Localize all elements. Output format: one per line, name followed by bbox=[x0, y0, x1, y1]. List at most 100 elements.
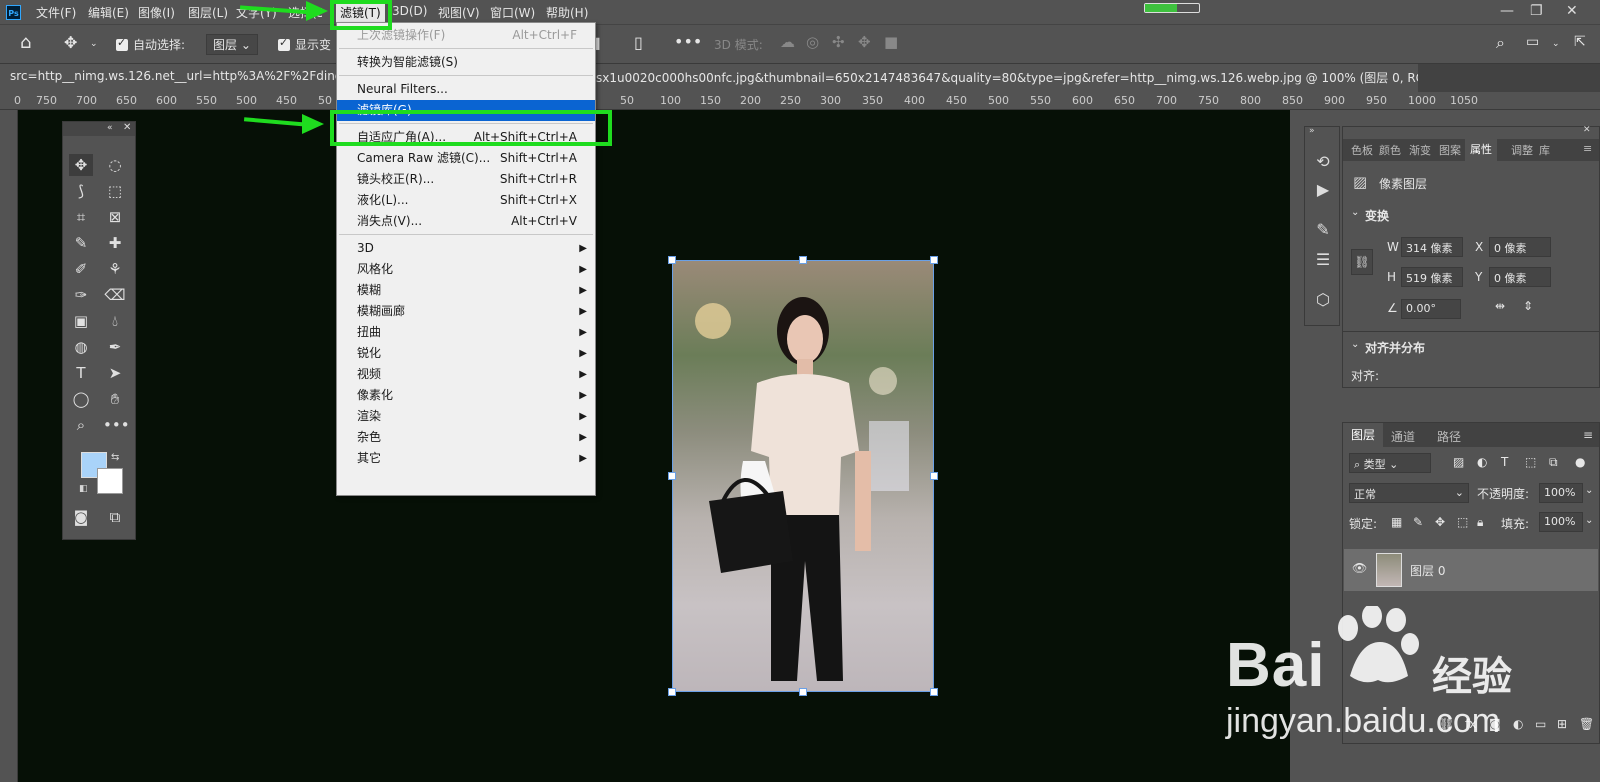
menu-image[interactable]: 图像(I) bbox=[138, 4, 175, 21]
more-options-icon[interactable]: ••• bbox=[674, 32, 702, 51]
filter-adjustment-icon[interactable]: ◐ bbox=[1477, 455, 1487, 469]
hand-tool[interactable]: ✋︎ bbox=[103, 388, 127, 410]
transform-handle[interactable] bbox=[668, 688, 676, 696]
transform-handle[interactable] bbox=[799, 256, 807, 264]
flip-vertical-icon[interactable]: ⇕ bbox=[1523, 299, 1533, 313]
width-field[interactable]: 314 像素 bbox=[1401, 237, 1463, 257]
angle-field[interactable]: 0.00° bbox=[1401, 299, 1461, 319]
x-field[interactable]: 0 像素 bbox=[1489, 237, 1551, 257]
quick-mask-icon[interactable]: ◙ bbox=[69, 506, 93, 528]
tab-color[interactable]: 颜色 bbox=[1379, 142, 1401, 158]
filter-menu-item[interactable]: 镜头校正(R)... Shift+Ctrl+R bbox=[337, 169, 595, 190]
close-window-icon[interactable]: ✕ bbox=[1566, 3, 1578, 19]
menu-3d[interactable]: 3D(D) bbox=[392, 4, 427, 18]
layer-row[interactable]: 👁︎ 图层 0 bbox=[1344, 549, 1598, 591]
menu-help[interactable]: 帮助(H) bbox=[546, 4, 588, 21]
tab-swatches[interactable]: 色板 bbox=[1351, 142, 1373, 158]
lasso-tool[interactable]: ⟆ bbox=[69, 180, 93, 202]
lock-all-icon[interactable]: 🔒︎ bbox=[1477, 515, 1483, 530]
filter-smart-icon[interactable]: ⧉ bbox=[1549, 455, 1558, 470]
menu-file[interactable]: 文件(F) bbox=[36, 4, 76, 21]
actions-play-icon[interactable]: ▶ bbox=[1310, 177, 1336, 203]
tab-layers[interactable]: 图层 bbox=[1343, 423, 1384, 447]
filter-menu-item[interactable]: 扭曲 ▶ bbox=[337, 322, 595, 343]
home-icon[interactable]: ⌂ bbox=[20, 32, 31, 53]
opacity-field[interactable]: 100% bbox=[1539, 483, 1583, 503]
tab-adjustments[interactable]: 调整 bbox=[1511, 142, 1533, 158]
tab-libraries[interactable]: 库 bbox=[1539, 142, 1550, 158]
chevron-down-icon[interactable]: ⌄ bbox=[1351, 339, 1359, 350]
menu-edit[interactable]: 编辑(E) bbox=[88, 4, 129, 21]
tools-panel-header[interactable]: « ✕ bbox=[63, 122, 135, 136]
history-brush-tool[interactable]: ✑ bbox=[69, 284, 93, 306]
layer-filter-dropdown[interactable]: ⌕ 类型 ⌄ bbox=[1349, 453, 1431, 473]
close-icon[interactable]: ✕ bbox=[1583, 125, 1591, 135]
filter-menu-item[interactable]: 其它 ▶ bbox=[337, 448, 595, 469]
transform-handle[interactable] bbox=[930, 688, 938, 696]
y-field[interactable]: 0 像素 bbox=[1489, 267, 1551, 287]
transform-handle[interactable] bbox=[799, 688, 807, 696]
filter-toggle-icon[interactable]: ● bbox=[1575, 455, 1585, 469]
move-tool-icon[interactable]: ✥ bbox=[64, 33, 77, 52]
workspace-chevron-icon[interactable]: ⌄ bbox=[1552, 39, 1560, 49]
blur-tool[interactable]: 💧︎ bbox=[103, 310, 127, 332]
stamp-tool[interactable]: ⚘ bbox=[103, 258, 127, 280]
chevron-down-icon[interactable]: ⌄ bbox=[1351, 207, 1359, 218]
filter-menu-item[interactable]: Camera Raw 滤镜(C)... Shift+Ctrl+A bbox=[337, 148, 595, 169]
lock-transparent-icon[interactable]: ▦ bbox=[1391, 515, 1402, 529]
restore-icon[interactable]: ❐ bbox=[1530, 3, 1543, 19]
filter-menu-item[interactable]: 锐化 ▶ bbox=[337, 343, 595, 364]
filter-menu-item[interactable]: 渲染 ▶ bbox=[337, 406, 595, 427]
filter-menu-item[interactable]: 转换为智能滤镜(S) bbox=[337, 52, 595, 73]
flip-horizontal-icon[interactable]: ⇹ bbox=[1495, 299, 1505, 313]
brush-tool[interactable]: ✐ bbox=[69, 258, 93, 280]
more-tools-icon[interactable]: ••• bbox=[103, 414, 130, 436]
filter-menu-item[interactable]: 模糊 ▶ bbox=[337, 280, 595, 301]
history-icon[interactable]: ⟲ bbox=[1310, 149, 1336, 175]
screen-mode-icon[interactable]: ⧉ bbox=[103, 506, 127, 528]
gradient-tool[interactable]: ▣ bbox=[69, 310, 93, 332]
default-colors-icon[interactable]: ◧ bbox=[79, 484, 88, 494]
auto-select-checkbox[interactable]: 自动选择: bbox=[116, 36, 185, 53]
link-dimensions-icon[interactable]: ⛓ bbox=[1351, 249, 1373, 275]
show-transform-checkbox[interactable]: 显示变 bbox=[278, 36, 331, 53]
frame-tool[interactable]: ⊠ bbox=[103, 206, 127, 228]
transform-handle[interactable] bbox=[930, 256, 938, 264]
filter-menu-item[interactable]: 消失点(V)... Alt+Ctrl+V bbox=[337, 211, 595, 232]
crop-tool[interactable]: ⌗ bbox=[69, 206, 93, 228]
close-icon[interactable]: ✕ bbox=[123, 122, 131, 133]
filter-menu-item[interactable]: 模糊画廊 ▶ bbox=[337, 301, 595, 322]
search-icon[interactable]: ⌕ bbox=[1496, 33, 1505, 53]
filter-menu-item[interactable]: 风格化 ▶ bbox=[337, 259, 595, 280]
menu-layer[interactable]: 图层(L) bbox=[188, 4, 228, 21]
swap-colors-icon[interactable]: ⇆ bbox=[111, 452, 119, 463]
filter-shape-icon[interactable]: ⬚ bbox=[1525, 455, 1536, 469]
move-tool[interactable]: ✥ bbox=[69, 154, 93, 176]
zoom-tool[interactable]: ⌕ bbox=[69, 414, 93, 436]
canvas-area[interactable] bbox=[18, 110, 1290, 782]
ellipse-tool[interactable]: ◯ bbox=[69, 388, 93, 410]
panel-menu-icon[interactable]: ≡ bbox=[1583, 428, 1593, 442]
marquee-tool[interactable]: ◌ bbox=[103, 154, 127, 176]
distribute-icon[interactable]: ▯ bbox=[634, 33, 643, 52]
pen-tool[interactable]: ✒ bbox=[103, 336, 127, 358]
transform-handle[interactable] bbox=[930, 472, 938, 480]
canvas-image[interactable] bbox=[672, 260, 934, 692]
minimize-icon[interactable]: — bbox=[1500, 3, 1514, 19]
lock-position-icon[interactable]: ✥ bbox=[1435, 515, 1445, 529]
blend-mode-dropdown[interactable]: 正常 ⌄ bbox=[1349, 483, 1469, 503]
tab-channels[interactable]: 通道 bbox=[1391, 428, 1415, 445]
background-color-swatch[interactable] bbox=[97, 468, 123, 494]
tab-patterns[interactable]: 图案 bbox=[1439, 142, 1461, 158]
lock-artboard-icon[interactable]: ⬚ bbox=[1457, 515, 1468, 529]
filter-menu-item[interactable]: 3D ▶ bbox=[337, 238, 595, 259]
dodge-tool[interactable]: ◍ bbox=[69, 336, 93, 358]
chevron-down-icon[interactable]: ⌄ bbox=[90, 39, 98, 49]
object-select-tool[interactable]: ⬚ bbox=[103, 180, 127, 202]
workspace-icon[interactable]: ▭ bbox=[1526, 34, 1539, 50]
panel-menu-icon[interactable]: ≡ bbox=[1583, 142, 1592, 155]
adjustment-icon[interactable]: ☰ bbox=[1310, 247, 1336, 273]
healing-brush-tool[interactable]: ✚ bbox=[103, 232, 127, 254]
fill-field[interactable]: 100% bbox=[1539, 512, 1583, 532]
3d-cube-icon[interactable]: ⬡ bbox=[1310, 287, 1336, 313]
